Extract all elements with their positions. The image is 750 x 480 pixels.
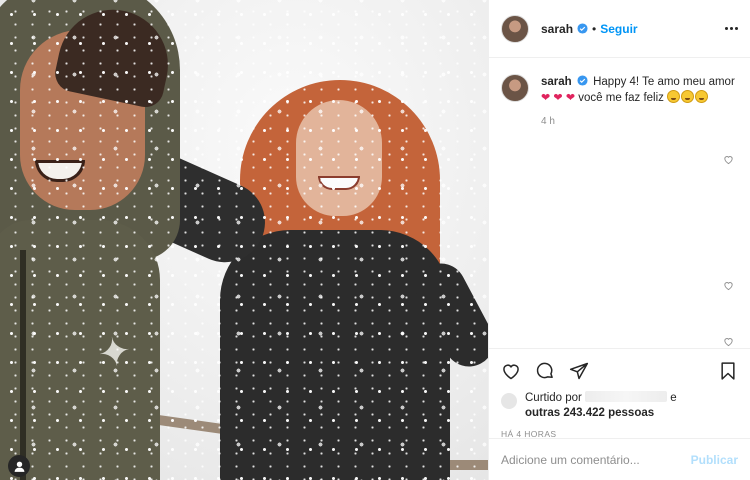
liker-name-redacted	[585, 391, 668, 402]
post-photo[interactable]: ✦	[0, 0, 488, 480]
author-avatar[interactable]	[501, 14, 529, 43]
caption-avatar[interactable]	[501, 74, 529, 102]
likes-summary: Curtido por e outras 243.422 pessoas	[501, 391, 738, 421]
liker-avatar[interactable]	[501, 393, 517, 409]
caption-body: Happy 4! Te amo meu amor	[593, 76, 735, 88]
comment-icon[interactable]	[535, 361, 555, 381]
caption-text: sarah Happy 4! Te amo meu amor ❤ ❤ ❤ voc…	[541, 74, 735, 106]
red-heart-emoji: ❤	[565, 92, 576, 104]
verified-icon	[577, 75, 588, 86]
comments-area: sarah Happy 4! Te amo meu amor ❤ ❤ ❤ voc…	[489, 58, 750, 348]
send-icon[interactable]	[569, 361, 589, 381]
separator-dot: •	[592, 21, 597, 36]
post-header: sarah • Seguir	[489, 0, 750, 58]
post-actions: Curtido por e outras 243.422 pessoas HÁ …	[489, 348, 750, 439]
caption-body-line2: você me faz feliz	[578, 92, 664, 104]
caption: sarah Happy 4! Te amo meu amor ❤ ❤ ❤ voc…	[501, 74, 738, 106]
others-likes-link[interactable]: outras 243.422 pessoas	[525, 407, 654, 419]
instagram-post: ✦ sarah • Seguir sarah	[0, 0, 750, 480]
grinning-emoji	[681, 90, 695, 103]
bookmark-icon[interactable]	[718, 361, 738, 381]
red-heart-emoji: ❤	[541, 92, 551, 104]
snowfall	[0, 0, 488, 480]
likes-text: Curtido por e outras 243.422 pessoas	[525, 391, 677, 421]
more-icon[interactable]	[725, 27, 738, 30]
action-icons	[501, 357, 738, 385]
caption-username[interactable]: sarah	[541, 76, 572, 88]
caption-time: 4 h	[541, 116, 555, 127]
publish-button[interactable]: Publicar	[691, 453, 738, 467]
comment-like-icon[interactable]	[723, 280, 734, 291]
red-heart-emoji: ❤	[553, 92, 563, 104]
liked-by-suffix: e	[670, 392, 677, 404]
follow-button[interactable]: Seguir	[600, 22, 637, 36]
comment-like-icon[interactable]	[723, 336, 734, 347]
grinning-emoji	[667, 90, 681, 103]
liked-by-prefix: Curtido por	[525, 392, 582, 404]
comment-input[interactable]	[501, 452, 691, 467]
add-comment-bar: Publicar	[489, 438, 750, 480]
comment-like-icon[interactable]	[723, 154, 734, 165]
author-username[interactable]: sarah	[541, 22, 573, 36]
grinning-emoji	[695, 90, 709, 103]
verified-icon	[577, 23, 588, 34]
heart-icon[interactable]	[501, 361, 521, 381]
user-tag-icon[interactable]	[8, 455, 30, 477]
post-sidebar: sarah • Seguir sarah Happy 4! Te amo meu…	[488, 0, 750, 480]
